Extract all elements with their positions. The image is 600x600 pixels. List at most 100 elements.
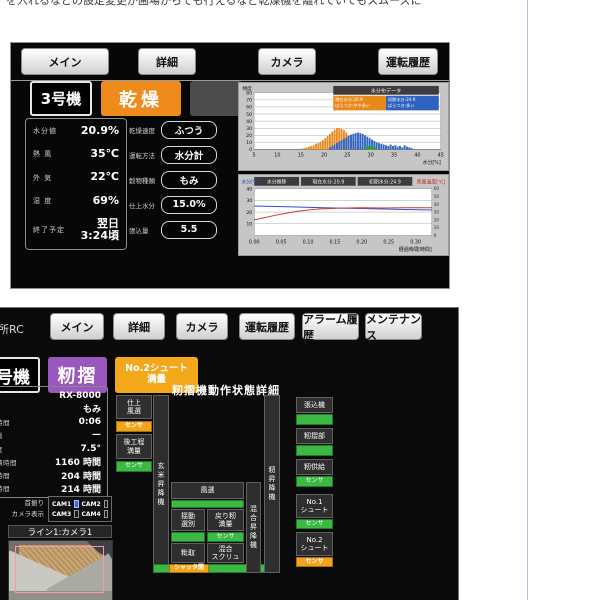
tab-メンテナンス[interactable]: メンテナンス bbox=[365, 313, 422, 340]
svg-text:40: 40 bbox=[246, 186, 252, 192]
setting-label: 張込量 bbox=[129, 225, 161, 235]
dryer-screen: 3号機 乾燥 水分値20.9%熱 風35℃外 気22℃湿 度69%終了予定翌日 … bbox=[10, 42, 450, 289]
spec-label: 本機累積時間 bbox=[0, 457, 17, 467]
info-value: 35℃ bbox=[90, 148, 119, 161]
svg-text:熱風温度[℃]: 熱風温度[℃] bbox=[417, 178, 446, 185]
svg-text:20: 20 bbox=[321, 152, 327, 158]
svg-text:45: 45 bbox=[438, 152, 444, 158]
diagram-node-husk: 粃取 bbox=[171, 543, 205, 563]
spec-label: ベルト時間 bbox=[0, 483, 10, 493]
diagram-node-brown-elev: 玄米昇降機 bbox=[153, 395, 169, 573]
diagram-node-intake-bar bbox=[296, 414, 333, 425]
svg-text:35: 35 bbox=[391, 152, 397, 158]
dryer-info-panel: 水分値20.9%熱 風35℃外 気22℃湿 度69%終了予定翌日 3:24頃 bbox=[25, 118, 127, 250]
svg-text:10: 10 bbox=[246, 140, 252, 146]
info-row: 熱 風 35℃ bbox=[33, 148, 119, 161]
spec-value: 0:06 bbox=[79, 417, 101, 427]
diagram-node-paddy-elev: 籾昇降機 bbox=[264, 395, 280, 573]
setting-row: 仕上水分15.0% bbox=[129, 196, 217, 213]
page-caption: を入れるなどの設定変更が圃場からでも行えるなど乾燥機を離れていてもスムーズに bbox=[6, 0, 422, 8]
spec-row: 型 式RX-8000 bbox=[0, 390, 101, 401]
tab-カメラ[interactable]: カメラ bbox=[258, 48, 316, 75]
diagram-node-mix-screw: 混合 スクリュ bbox=[207, 543, 244, 563]
screenshot-stage: を入れるなどの設定変更が圃場からでも行えるなど乾燥機を離れていてもスムーズに 3… bbox=[0, 0, 600, 600]
svg-text:0.30: 0.30 bbox=[410, 239, 421, 245]
camera-roi-overlay bbox=[15, 546, 104, 593]
camera-checkbox-cam3[interactable] bbox=[74, 510, 78, 518]
setting-value: ふつう bbox=[161, 121, 217, 139]
svg-text:10: 10 bbox=[246, 222, 252, 228]
spec-value: 7.5° bbox=[81, 444, 101, 454]
setting-row: 張込量5.5 bbox=[129, 221, 217, 238]
diagram-node-shutter: シャッタ閉 bbox=[169, 564, 209, 573]
svg-text:20: 20 bbox=[246, 133, 252, 139]
info-label: 水分値 bbox=[33, 126, 57, 136]
svg-text:30: 30 bbox=[434, 210, 440, 215]
camera-option-label: CAM3 bbox=[52, 511, 71, 518]
spec-value: 204 時間 bbox=[61, 469, 101, 482]
diagram-node-finish-sensor: センサ bbox=[116, 421, 152, 432]
svg-text:5: 5 bbox=[253, 152, 256, 158]
setting-row: 穀物種類もみ bbox=[129, 171, 217, 188]
svg-text:20: 20 bbox=[246, 210, 252, 216]
setting-value: 15.0% bbox=[161, 196, 217, 214]
moisture-histogram: 01020304050607080頻度51015202530354045水分[%… bbox=[238, 82, 449, 171]
setting-label: 仕上水分 bbox=[129, 200, 161, 210]
info-value: 20.9% bbox=[81, 125, 119, 138]
diagram-node-return-full: 戻り籾 満量 bbox=[207, 509, 244, 531]
diagram-node-finish-wind: 仕上 風選 bbox=[116, 395, 152, 419]
info-label: 外 気 bbox=[33, 173, 52, 183]
diagram-node-wind-bar bbox=[171, 500, 244, 508]
diagram-node-intake: 張込機 bbox=[296, 397, 333, 413]
svg-text:60: 60 bbox=[246, 105, 252, 111]
svg-text:50: 50 bbox=[434, 194, 440, 199]
camera-checkbox-cam2[interactable] bbox=[104, 500, 108, 508]
svg-text:0.15: 0.15 bbox=[330, 239, 341, 245]
info-value: 22℃ bbox=[90, 171, 119, 184]
diagram-node-after-full: 後工程 満量 bbox=[116, 434, 152, 459]
diagram-node-chute2-sensor: センサ bbox=[296, 557, 333, 567]
tab-運転履歴[interactable]: 運転履歴 bbox=[239, 313, 295, 340]
spec-label: 玄米満量 bbox=[0, 430, 3, 440]
svg-text:水分[%]: 水分[%] bbox=[242, 178, 260, 185]
svg-text:25: 25 bbox=[344, 152, 350, 158]
tab-カメラ[interactable]: カメラ bbox=[176, 313, 228, 340]
info-label: 熱 風 bbox=[33, 149, 52, 159]
setting-value: 5.5 bbox=[161, 221, 217, 239]
svg-text:40: 40 bbox=[246, 119, 252, 125]
tab-アラーム履歴[interactable]: アラーム履歴 bbox=[302, 313, 359, 340]
moisture-trend-chart: 1020304001020304050600.000.050.100.150.2… bbox=[238, 174, 449, 256]
svg-text:60: 60 bbox=[434, 186, 440, 191]
setting-value: 水分計 bbox=[161, 146, 217, 164]
camera-checkbox-cam4[interactable] bbox=[104, 510, 108, 518]
svg-text:70: 70 bbox=[246, 98, 252, 104]
spec-row: 本機累積時間1160 時間 bbox=[0, 456, 101, 467]
camera-option-label: CAM4 bbox=[82, 511, 101, 518]
svg-text:水分推移: 水分推移 bbox=[267, 178, 287, 185]
info-label: 湿 度 bbox=[33, 196, 52, 206]
tab-メイン[interactable]: メイン bbox=[21, 48, 109, 75]
camera-feed-title: ライン1:カメラ1 bbox=[8, 525, 112, 538]
diagram-node-after-sensor: センサ bbox=[116, 461, 152, 472]
tab-詳細[interactable]: 詳細 bbox=[138, 48, 196, 75]
svg-text:経過時間[時間]: 経過時間[時間] bbox=[399, 246, 432, 253]
svg-text:0.25: 0.25 bbox=[383, 239, 394, 245]
svg-text:20: 20 bbox=[434, 217, 440, 222]
diagram-node-chute2: No.2 シュート bbox=[296, 532, 333, 556]
setting-row: 運転方法水分計 bbox=[129, 146, 217, 163]
spec-row: 揺動角度7.5° bbox=[0, 443, 101, 454]
svg-text:頻度: 頻度 bbox=[242, 85, 252, 92]
tab-運転履歴[interactable]: 運転履歴 bbox=[378, 48, 438, 75]
tab-メイン[interactable]: メイン bbox=[50, 313, 104, 340]
svg-text:30: 30 bbox=[246, 198, 252, 204]
svg-text:30: 30 bbox=[368, 152, 374, 158]
dryer-settings: 乾燥速度ふつう運転方法水分計穀物種類もみ仕上水分15.0%張込量5.5 bbox=[129, 121, 217, 238]
camera-pan-label: 首振り カメラ表示 bbox=[0, 498, 44, 520]
camera-checkbox-cam1[interactable] bbox=[74, 500, 78, 508]
setting-value: もみ bbox=[161, 171, 217, 189]
tab-詳細[interactable]: 詳細 bbox=[113, 313, 165, 340]
spec-label: 残運転時間 bbox=[0, 417, 10, 427]
svg-text:0: 0 bbox=[434, 233, 437, 238]
svg-text:現在水分:20.9: 現在水分:20.9 bbox=[312, 178, 344, 185]
diagram-node-supply: 籾供給 bbox=[296, 459, 333, 475]
